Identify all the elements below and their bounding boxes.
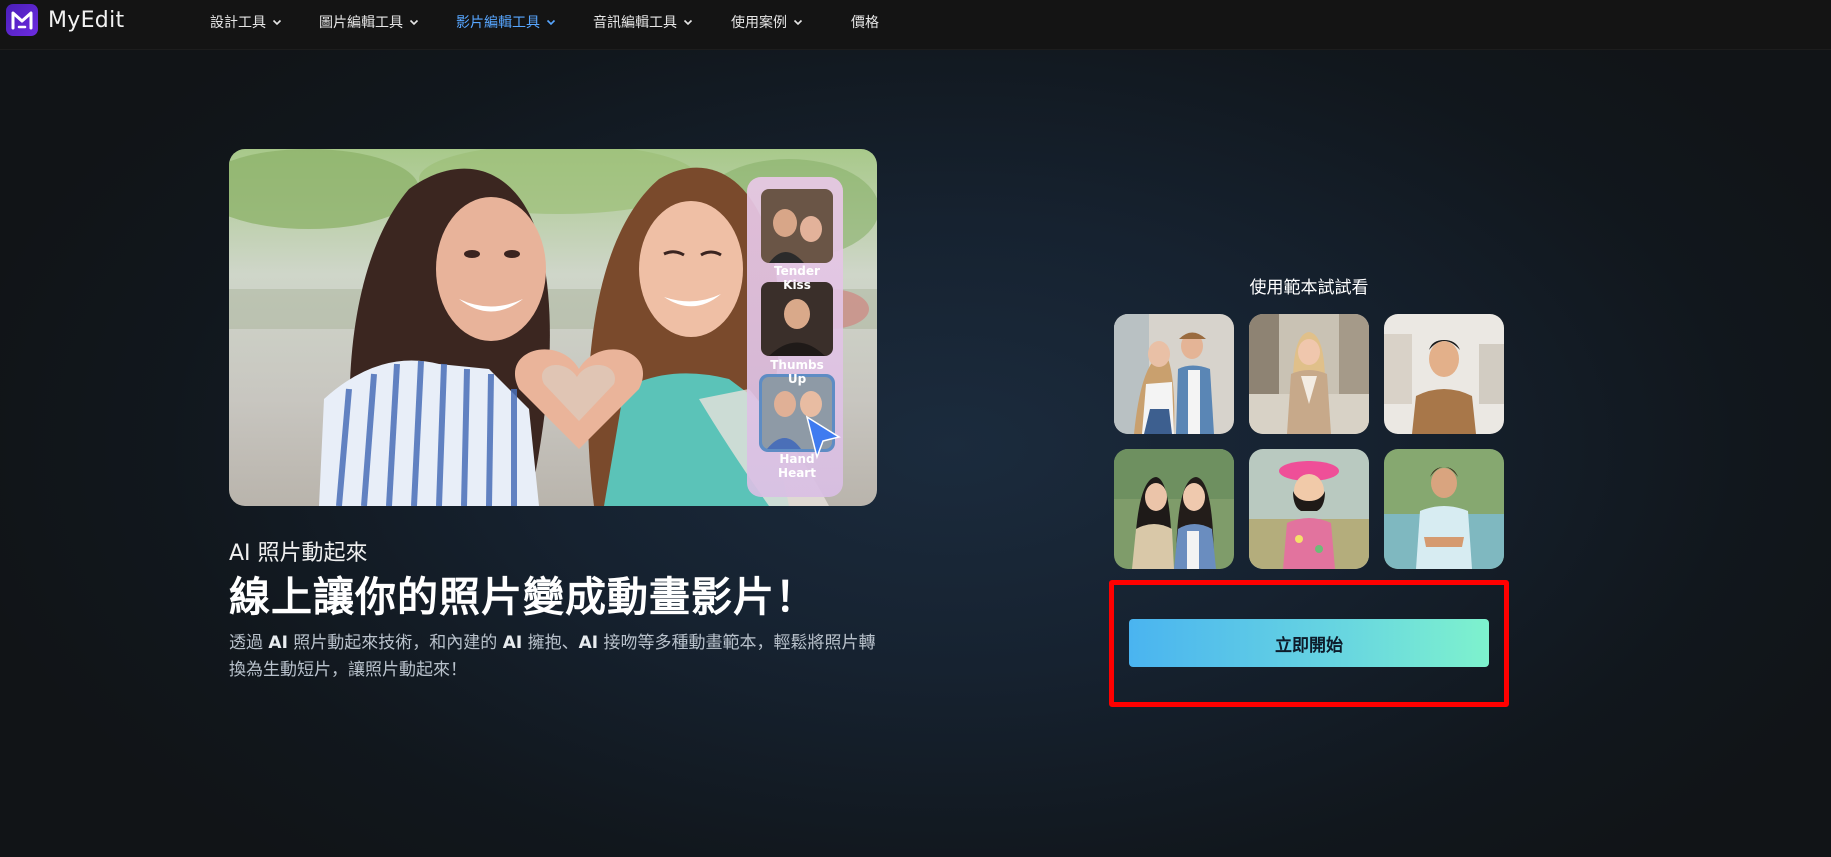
nav-audio-tools[interactable]: 音訊編輯工具 bbox=[593, 12, 693, 32]
nav-video-tools[interactable]: 影片編輯工具 bbox=[456, 12, 556, 32]
sample-thumb-woman-city[interactable] bbox=[1249, 314, 1369, 434]
nav-design-tools[interactable]: 設計工具 bbox=[210, 12, 282, 32]
template-label-thumbs-up: Thumbs Up bbox=[770, 358, 824, 386]
page-title: 線上讓你的照片變成動畫影片！ bbox=[229, 573, 817, 621]
samples-title: 使用範本試試看 bbox=[1249, 278, 1369, 298]
top-navbar: MyEdit 設計工具 圖片編輯工具 影片編輯工具 音訊編輯工具 使用案例 價格 bbox=[0, 0, 1831, 50]
nav-label: 圖片編輯工具 bbox=[319, 15, 403, 31]
hero-description: 透過 AI 照片動起來技術，和內建的 AI 擁抱、AI 接吻等多種動畫範本，輕鬆… bbox=[229, 630, 879, 684]
sample-thumb-boy-park[interactable] bbox=[1384, 449, 1504, 569]
logo[interactable]: MyEdit bbox=[6, 4, 124, 36]
nav-use-cases[interactable]: 使用案例 bbox=[731, 12, 803, 32]
desc-ai-term: AI bbox=[268, 633, 288, 653]
desc-text: 透過 bbox=[229, 633, 269, 653]
nav-label: 價格 bbox=[851, 15, 879, 31]
page: MyEdit 設計工具 圖片編輯工具 影片編輯工具 音訊編輯工具 使用案例 價格 bbox=[0, 0, 1831, 857]
nav-label: 影片編輯工具 bbox=[456, 15, 540, 31]
nav-label: 音訊編輯工具 bbox=[593, 15, 677, 31]
template-label-hand-heart: Hand Heart bbox=[778, 452, 816, 480]
nav-label: 使用案例 bbox=[731, 15, 787, 31]
nav-pricing[interactable]: 價格 bbox=[851, 12, 879, 32]
desc-text: 照片動起來技術，和內建的 bbox=[287, 633, 503, 653]
chevron-down-icon bbox=[272, 19, 282, 26]
myedit-logo-icon bbox=[6, 4, 38, 36]
sample-thumb-two-women[interactable] bbox=[1114, 449, 1234, 569]
nav-label: 設計工具 bbox=[210, 15, 266, 31]
desc-ai-term: AI bbox=[502, 633, 523, 653]
desc-ai-term: AI bbox=[578, 633, 599, 653]
chevron-down-icon bbox=[683, 19, 693, 26]
desc-text: 擁抱、 bbox=[522, 633, 579, 653]
nav-image-tools[interactable]: 圖片編輯工具 bbox=[319, 12, 419, 32]
start-now-button[interactable]: 立即開始 bbox=[1129, 619, 1489, 667]
chevron-down-icon bbox=[409, 19, 419, 26]
sample-thumb-girl-pink-hat[interactable] bbox=[1249, 449, 1369, 569]
brand-name: MyEdit bbox=[48, 7, 125, 33]
sample-thumb-couple[interactable] bbox=[1114, 314, 1234, 434]
template-label-tender-kiss: Tender Kiss bbox=[774, 264, 820, 292]
sample-thumb-man-room[interactable] bbox=[1384, 314, 1504, 434]
chevron-down-icon bbox=[793, 19, 803, 26]
chevron-down-icon bbox=[546, 19, 556, 26]
